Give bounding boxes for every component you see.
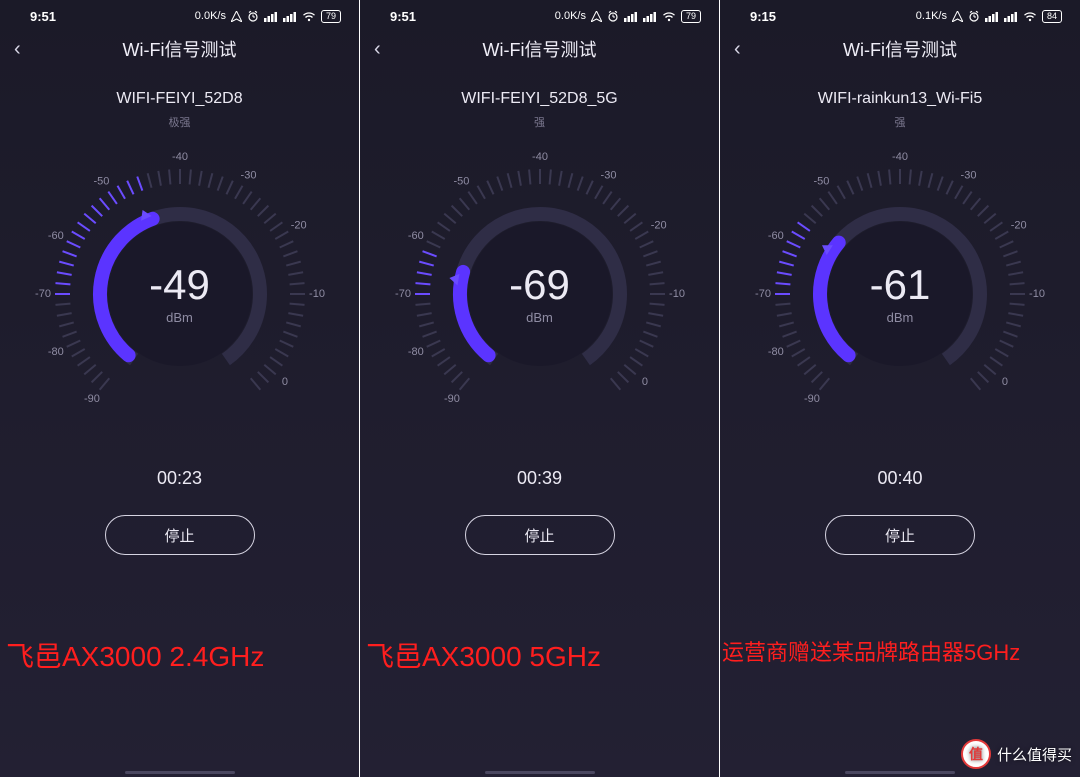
stop-button[interactable]: 停止 <box>825 515 975 555</box>
dbm-value: -61 <box>870 264 931 306</box>
watermark-badge: 值 <box>961 739 991 769</box>
status-icons: 0.0K/s 79 <box>555 10 701 23</box>
status-speed: 0.1K/s <box>916 10 947 22</box>
network-info: WIFI-FEIYI_52D8_5G 强 <box>360 90 719 130</box>
nav-bar: ‹ Wi-Fi信号测试 <box>720 26 1080 72</box>
nav-arrow-icon <box>952 11 963 22</box>
watermark-text: 什么值得买 <box>997 744 1072 765</box>
strength-label: 强 <box>360 114 719 130</box>
dbm-value: -49 <box>149 264 210 306</box>
status-time: 9:51 <box>30 9 56 24</box>
signal-icon <box>1004 11 1018 22</box>
page-title: Wi-Fi信号测试 <box>0 36 359 62</box>
signal-icon <box>643 11 657 22</box>
alarm-icon <box>247 10 259 22</box>
back-button[interactable]: ‹ <box>734 38 762 61</box>
gauge-center: -49 dBm <box>30 144 330 444</box>
timer: 00:39 <box>360 468 719 489</box>
network-info: WIFI-rainkun13_Wi-Fi5 强 <box>720 90 1080 130</box>
signal-gauge: 0-90-80-70-60-50-40-30-20-10 -49 dBm <box>30 144 330 444</box>
dbm-unit: dBm <box>166 310 193 325</box>
timer: 00:40 <box>720 468 1080 489</box>
phone-panel: 9:51 0.0K/s 79 ‹ Wi-Fi信号测试 WIFI-FEIYI_52… <box>0 0 360 777</box>
status-icons: 0.1K/s 84 <box>916 10 1062 23</box>
battery-indicator: 84 <box>1042 10 1062 23</box>
dbm-unit: dBm <box>526 310 553 325</box>
status-time: 9:15 <box>750 9 776 24</box>
signal-gauge: 0-90-80-70-60-50-40-30-20-10 -61 dBm <box>750 144 1050 444</box>
signal-icon <box>624 11 638 22</box>
home-indicator[interactable] <box>485 771 595 774</box>
wifi-icon <box>302 11 316 22</box>
back-button[interactable]: ‹ <box>374 38 402 61</box>
status-bar: 9:51 0.0K/s 79 <box>360 0 719 26</box>
battery-indicator: 79 <box>321 10 341 23</box>
network-info: WIFI-FEIYI_52D8 极强 <box>0 90 359 130</box>
alarm-icon <box>968 10 980 22</box>
gauge-center: -61 dBm <box>750 144 1050 444</box>
nav-bar: ‹ Wi-Fi信号测试 <box>360 26 719 72</box>
status-time: 9:51 <box>390 9 416 24</box>
timer: 00:23 <box>0 468 359 489</box>
dbm-unit: dBm <box>887 310 914 325</box>
wifi-icon <box>1023 11 1037 22</box>
status-speed: 0.0K/s <box>555 10 586 22</box>
watermark: 值 什么值得买 <box>961 739 1072 769</box>
page-title: Wi-Fi信号测试 <box>360 36 719 62</box>
alarm-icon <box>607 10 619 22</box>
panel-caption: 运营商赠送某品牌路由器5GHz <box>722 640 1080 666</box>
back-button[interactable]: ‹ <box>14 38 42 61</box>
panel-caption: 飞邑AX3000 2.4GHz <box>6 640 359 674</box>
status-speed: 0.0K/s <box>195 10 226 22</box>
status-icons: 0.0K/s 79 <box>195 10 341 23</box>
stop-button[interactable]: 停止 <box>105 515 255 555</box>
gauge-center: -69 dBm <box>390 144 690 444</box>
home-indicator[interactable] <box>125 771 235 774</box>
battery-indicator: 79 <box>681 10 701 23</box>
signal-gauge: 0-90-80-70-60-50-40-30-20-10 -69 dBm <box>390 144 690 444</box>
wifi-icon <box>662 11 676 22</box>
phone-panel: 9:51 0.0K/s 79 ‹ Wi-Fi信号测试 WIFI-FEIYI_52… <box>360 0 720 777</box>
nav-arrow-icon <box>591 11 602 22</box>
strength-label: 极强 <box>0 114 359 130</box>
ssid-label: WIFI-rainkun13_Wi-Fi5 <box>720 90 1080 108</box>
stop-button[interactable]: 停止 <box>465 515 615 555</box>
panel-caption: 飞邑AX3000 5GHz <box>366 640 719 674</box>
ssid-label: WIFI-FEIYI_52D8 <box>0 90 359 108</box>
dbm-value: -69 <box>509 264 570 306</box>
status-bar: 9:51 0.0K/s 79 <box>0 0 359 26</box>
status-bar: 9:15 0.1K/s 84 <box>720 0 1080 26</box>
home-indicator[interactable] <box>845 771 955 774</box>
page-title: Wi-Fi信号测试 <box>720 36 1080 62</box>
strength-label: 强 <box>720 114 1080 130</box>
nav-bar: ‹ Wi-Fi信号测试 <box>0 26 359 72</box>
ssid-label: WIFI-FEIYI_52D8_5G <box>360 90 719 108</box>
nav-arrow-icon <box>231 11 242 22</box>
signal-icon <box>283 11 297 22</box>
phone-panel: 9:15 0.1K/s 84 ‹ Wi-Fi信号测试 WIFI-rainkun1… <box>720 0 1080 777</box>
signal-icon <box>264 11 278 22</box>
signal-icon <box>985 11 999 22</box>
